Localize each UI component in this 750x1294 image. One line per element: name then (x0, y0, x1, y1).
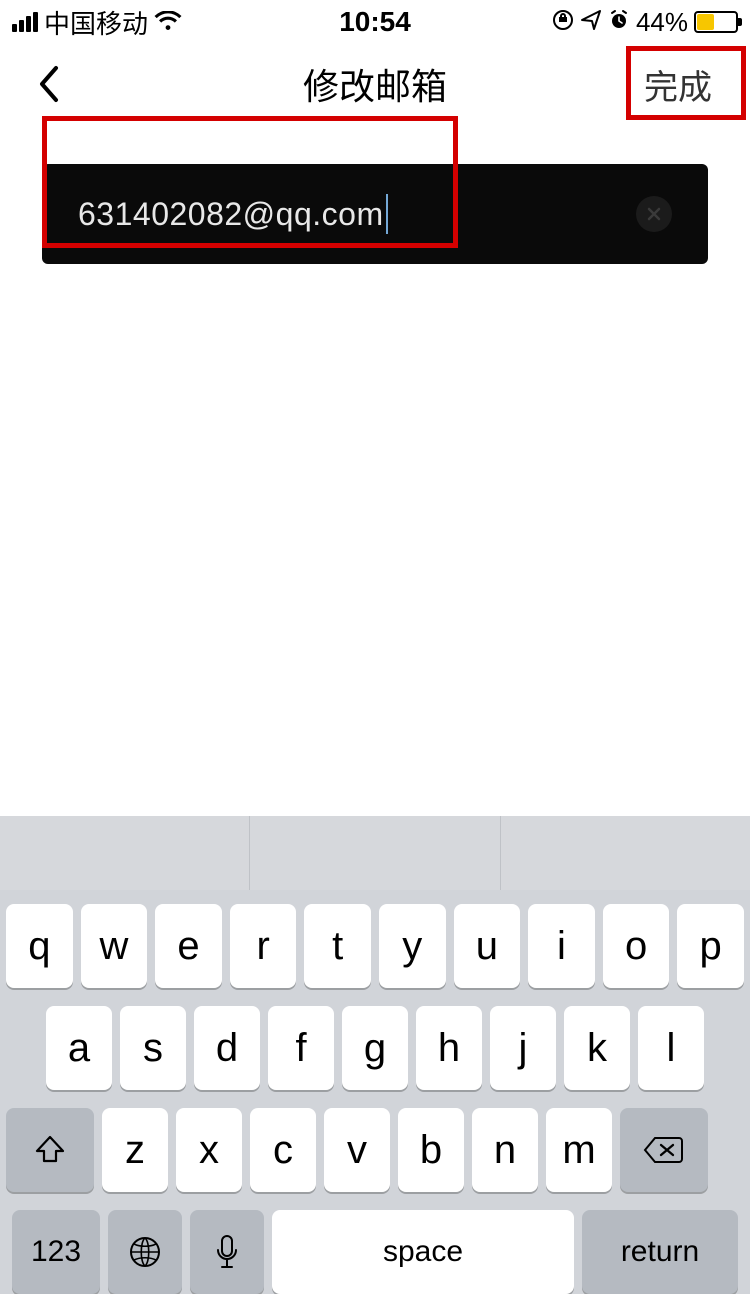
key-c[interactable]: c (250, 1108, 316, 1192)
carrier-label: 中国移动 (44, 4, 148, 41)
suggestion-slot[interactable] (0, 816, 250, 890)
status-right: 44% (552, 7, 738, 38)
battery-icon (694, 11, 738, 33)
suggestion-bar[interactable] (0, 816, 750, 890)
location-icon (580, 7, 602, 38)
alarm-icon (608, 7, 630, 38)
globe-key[interactable] (108, 1210, 182, 1294)
key-j[interactable]: j (490, 1006, 556, 1090)
key-row-bottom: 123 space return (6, 1210, 744, 1294)
page-title: 修改邮箱 (303, 58, 447, 110)
numbers-key[interactable]: 123 (12, 1210, 100, 1294)
key-a[interactable]: a (46, 1006, 112, 1090)
nav-bar: 修改邮箱 完成 (0, 44, 750, 124)
key-z[interactable]: z (102, 1108, 168, 1192)
key-row-3: z x c v b n m (6, 1108, 744, 1192)
battery-percent: 44% (636, 7, 688, 38)
mic-key[interactable] (190, 1210, 264, 1294)
key-q[interactable]: q (6, 904, 73, 988)
return-key[interactable]: return (582, 1210, 738, 1294)
key-h[interactable]: h (416, 1006, 482, 1090)
key-b[interactable]: b (398, 1108, 464, 1192)
key-i[interactable]: i (528, 904, 595, 988)
key-s[interactable]: s (120, 1006, 186, 1090)
key-u[interactable]: u (454, 904, 521, 988)
key-d[interactable]: d (194, 1006, 260, 1090)
clear-button[interactable] (636, 196, 672, 232)
suggestion-slot[interactable] (501, 816, 750, 890)
key-e[interactable]: e (155, 904, 222, 988)
suggestion-slot[interactable] (250, 816, 500, 890)
shift-key[interactable] (6, 1108, 94, 1192)
clock: 10:54 (339, 6, 411, 38)
key-r[interactable]: r (230, 904, 297, 988)
key-o[interactable]: o (603, 904, 670, 988)
key-row-2: a s d f g h j k l (6, 1006, 744, 1090)
key-k[interactable]: k (564, 1006, 630, 1090)
key-y[interactable]: y (379, 904, 446, 988)
signal-icon (12, 12, 38, 32)
content-area: 631402082@qq.com (0, 124, 750, 264)
key-n[interactable]: n (472, 1108, 538, 1192)
key-g[interactable]: g (342, 1006, 408, 1090)
space-key[interactable]: space (272, 1210, 574, 1294)
key-t[interactable]: t (304, 904, 371, 988)
status-bar: 中国移动 10:54 44% (0, 0, 750, 44)
key-f[interactable]: f (268, 1006, 334, 1090)
back-button[interactable] (28, 54, 68, 114)
key-m[interactable]: m (546, 1108, 612, 1192)
email-highlight-box (42, 116, 458, 248)
key-p[interactable]: p (677, 904, 744, 988)
status-left: 中国移动 (12, 4, 182, 41)
orientation-lock-icon (552, 7, 574, 38)
backspace-key[interactable] (620, 1108, 708, 1192)
key-v[interactable]: v (324, 1108, 390, 1192)
keyboard: q w e r t y u i o p a s d f g h j k l (0, 816, 750, 1294)
key-row-1: q w e r t y u i o p (6, 904, 744, 988)
wifi-icon (154, 11, 182, 33)
key-l[interactable]: l (638, 1006, 704, 1090)
done-highlight-box (626, 46, 746, 120)
key-x[interactable]: x (176, 1108, 242, 1192)
key-w[interactable]: w (81, 904, 148, 988)
